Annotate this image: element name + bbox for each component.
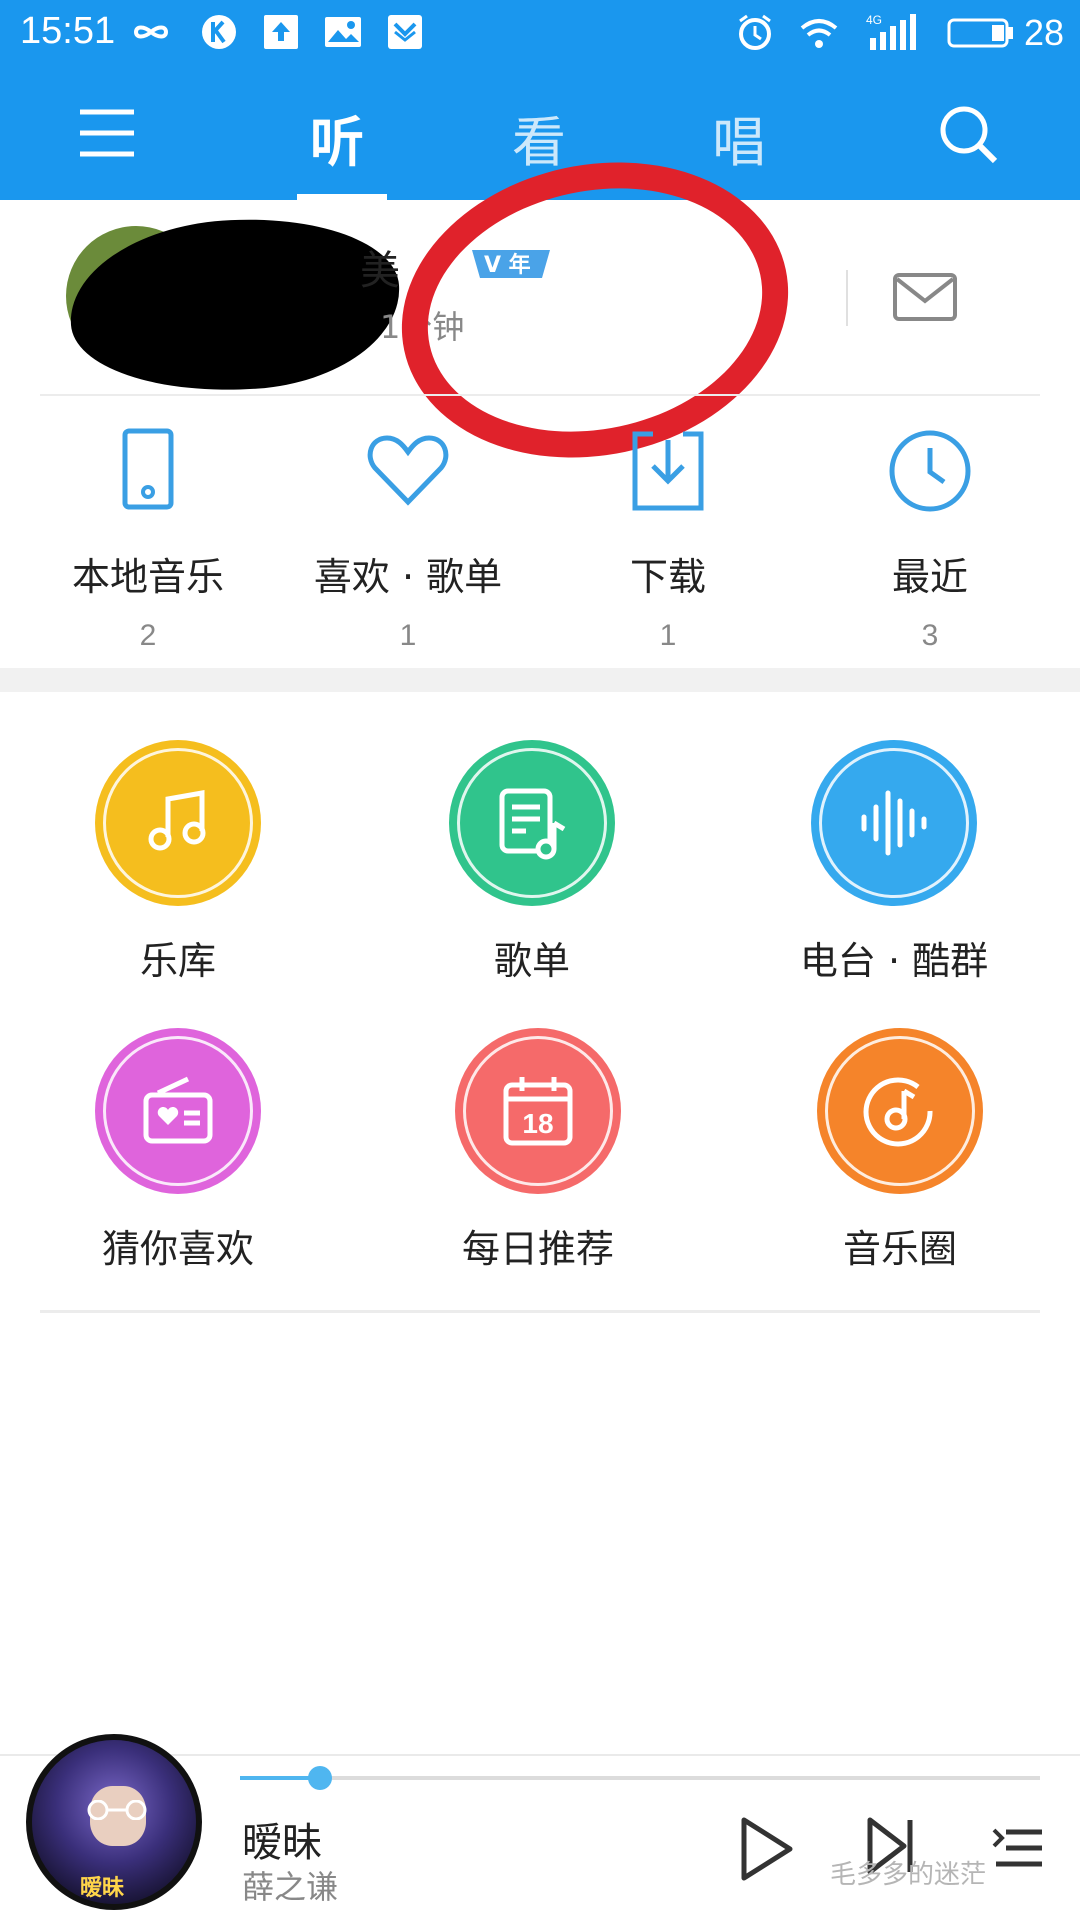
section-divider [0, 668, 1080, 692]
mini-player[interactable]: 暧昧 暧昧 薛之谦 毛多多的迷茫 [0, 1734, 1080, 1920]
download-icon [632, 431, 704, 511]
alarm-icon [739, 14, 771, 50]
infinity-icon [133, 25, 169, 39]
feature-grid: 乐库 歌单 电台 · 酷群 猜你喜欢 18 每日推荐 音乐圈 [0, 692, 1080, 1312]
tab-listen[interactable]: 听 [310, 98, 364, 177]
play-icon[interactable] [738, 1816, 794, 1882]
menu-icon[interactable] [78, 104, 136, 162]
grid-item-circle [811, 740, 977, 906]
signal-icon: 4G [866, 13, 916, 50]
grid-item-playlists[interactable]: 歌单 [382, 740, 682, 985]
quick-item-count: 3 [921, 619, 939, 652]
calendar-day: 18 [522, 1108, 553, 1139]
gallery-icon [325, 17, 361, 47]
heart-icon [367, 435, 449, 506]
k-app-icon [202, 15, 236, 49]
user-name: 美 [360, 248, 400, 294]
radio-icon [143, 1076, 213, 1144]
quick-item-label: 最近 [891, 555, 968, 599]
quick-item-label: 喜欢 · 歌单 [313, 555, 503, 599]
disc-note-icon [863, 1077, 933, 1147]
grid-item-label: 乐库 [139, 939, 216, 983]
grid-item-circle [817, 1028, 983, 1194]
quick-item-local-music[interactable]: 本地音乐 2 [18, 426, 278, 653]
quick-item-downloads[interactable]: 下载 1 [538, 426, 798, 653]
status-bar: 15:51 4G 28 [0, 0, 1080, 66]
quick-access: 本地音乐 2 喜欢 · 歌单 1 下载 1 最近 3 [0, 396, 1080, 668]
glasses-icon [87, 1800, 147, 1820]
grid-item-library[interactable]: 乐库 [28, 740, 328, 985]
calendar-icon: 18 [503, 1077, 573, 1146]
divider [846, 270, 848, 326]
cover-title: 暧昧 [80, 1876, 125, 1901]
soundwave-icon [861, 790, 927, 856]
quick-item-label: 下载 [629, 555, 706, 599]
music-note-icon [148, 790, 206, 851]
shield-icon [388, 15, 422, 49]
tablet-icon [122, 428, 174, 510]
grid-item-music-circle[interactable]: 音乐圈 [750, 1028, 1050, 1273]
artist-name: 薛之谦 [242, 1868, 339, 1906]
watermark: 毛多多的迷茫 [830, 1860, 987, 1890]
mail-icon[interactable] [892, 272, 958, 322]
grid-item-label: 每日推荐 [461, 1227, 614, 1271]
grid-item-circle [95, 1028, 261, 1194]
tab-sing[interactable]: 唱 [712, 98, 766, 177]
progress-knob[interactable] [308, 1766, 332, 1790]
quick-item-count: 2 [139, 619, 157, 652]
playlist-queue-icon[interactable] [992, 1828, 1044, 1868]
quick-item-count: 1 [399, 619, 417, 652]
grid-item-circle: 18 [455, 1028, 621, 1194]
grid-item-label: 音乐圈 [842, 1227, 957, 1271]
status-time: 15:51 [20, 10, 116, 52]
search-icon[interactable] [936, 102, 1000, 166]
upload-icon [264, 15, 298, 49]
grid-item-guess-you-like[interactable]: 猜你喜欢 [28, 1028, 328, 1273]
divider [40, 1310, 1040, 1313]
grid-item-label: 电台 · 酷群 [799, 939, 989, 983]
grid-item-radio-groups[interactable]: 电台 · 酷群 [744, 740, 1044, 985]
grid-item-label: 歌单 [493, 939, 570, 983]
battery-level: 28 [1023, 12, 1064, 53]
album-cover[interactable]: 暧昧 [26, 1734, 202, 1910]
quick-item-recent[interactable]: 最近 3 [800, 426, 1060, 653]
quick-item-favorites[interactable]: 喜欢 · 歌单 1 [278, 426, 538, 653]
top-bar: 15:51 4G 28 听 看 唱 [0, 0, 1080, 200]
grid-item-label: 猜你喜欢 [101, 1227, 254, 1271]
grid-item-daily-recommend[interactable]: 18 每日推荐 [388, 1028, 688, 1273]
battery-icon [947, 18, 1013, 48]
network-type: 4G [866, 13, 882, 27]
grid-item-circle [95, 740, 261, 906]
wifi-icon [800, 19, 838, 48]
quick-item-label: 本地音乐 [71, 555, 224, 599]
clock-icon [889, 430, 971, 512]
tab-watch[interactable]: 看 [512, 98, 566, 177]
song-title: 暧昧 [242, 1820, 322, 1866]
quick-item-count: 1 [659, 619, 677, 652]
progress-bar[interactable] [240, 1766, 1040, 1790]
playlist-icon [499, 788, 566, 860]
grid-item-circle [449, 740, 615, 906]
